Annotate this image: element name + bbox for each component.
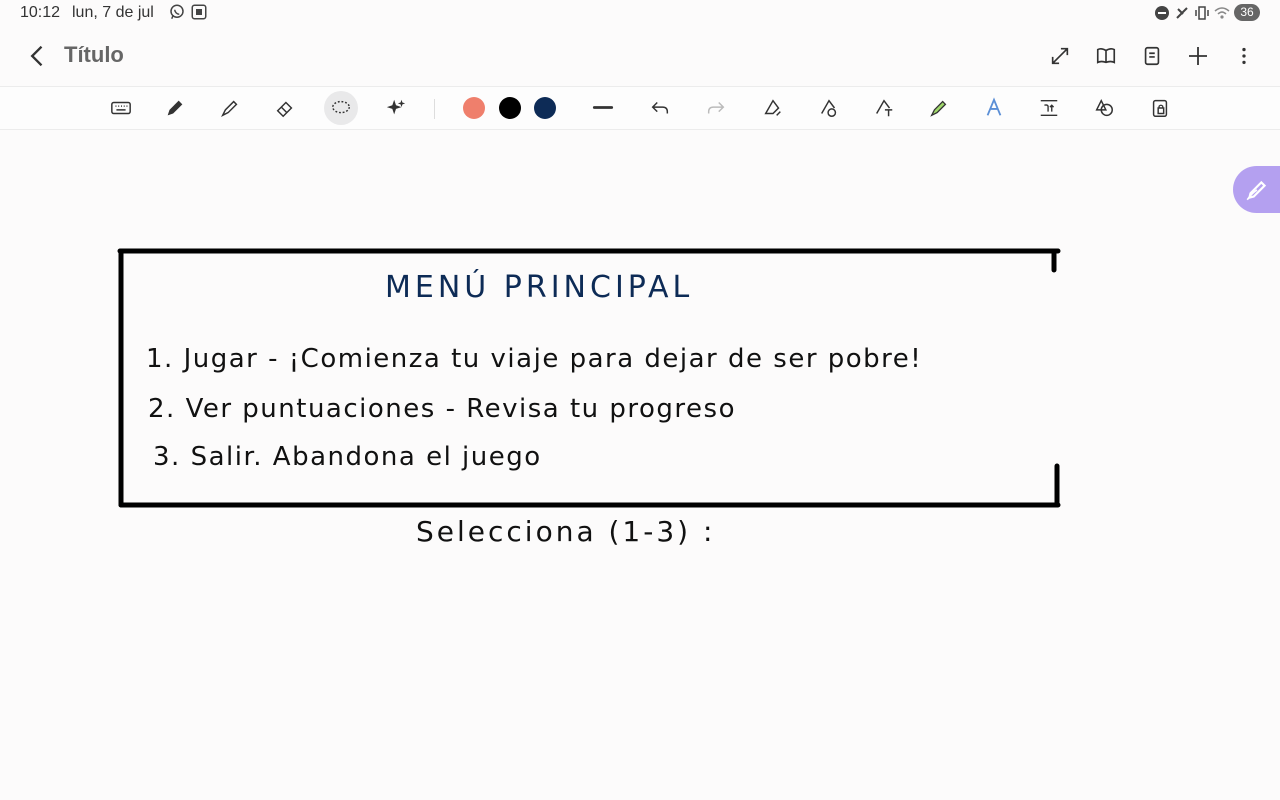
wifi-icon [1214, 6, 1230, 19]
shapes-icon [1095, 99, 1113, 117]
redo-icon [707, 101, 725, 114]
book-view-button[interactable] [1090, 42, 1122, 70]
do-not-disturb-icon [1155, 5, 1169, 20]
text-pen-tool[interactable] [867, 91, 901, 125]
menu-item-play: 1. Jugar - ¡Comienza tu viaje para dejar… [146, 344, 923, 374]
keyboard-icon [111, 101, 131, 115]
keyboard-tool[interactable] [104, 91, 138, 125]
text-style-tool[interactable] [977, 91, 1011, 125]
pen-icon [167, 100, 183, 116]
redo-button[interactable] [699, 91, 733, 125]
book-icon [1096, 48, 1116, 64]
floating-pen-button[interactable] [1233, 166, 1280, 213]
status-right: 36 [1154, 4, 1260, 21]
status-bar: 10:12 lun, 7 de jul 36 [0, 0, 1280, 28]
menu-item-exit: 3. Salir. Abandona el juego [153, 442, 542, 472]
text-size-icon [1040, 99, 1058, 117]
status-app-icons [168, 3, 208, 21]
header-actions [1044, 42, 1260, 70]
text-pen-icon [876, 99, 893, 117]
mute-icon [1176, 6, 1188, 19]
eraser-icon [276, 101, 293, 118]
color-swatch-salmon[interactable] [463, 97, 485, 119]
more-icon [1242, 47, 1246, 65]
sparkle-icon [386, 99, 406, 115]
marker-icon [930, 100, 947, 117]
undo-button[interactable] [643, 91, 677, 125]
highlighter-icon [221, 100, 238, 117]
whatsapp-icon [170, 4, 184, 20]
app-header: Título [0, 30, 1280, 82]
menu-item-scores: 2. Ver puntuaciones - Revisa tu progreso [148, 394, 736, 424]
menu-title: MENÚ PRINCIPAL [385, 270, 694, 305]
eraser-tool[interactable] [268, 91, 302, 125]
undo-icon [651, 101, 669, 114]
shape-pen-tool[interactable] [756, 91, 790, 125]
highlighter-tool[interactable] [213, 91, 247, 125]
back-button[interactable] [24, 42, 52, 70]
line-thickness-icon [592, 106, 614, 109]
lock-icon [1152, 99, 1168, 117]
lasso-tool[interactable] [324, 91, 358, 125]
color-swatch-black[interactable] [499, 97, 521, 119]
add-icon [1189, 47, 1207, 65]
line-thickness-tool[interactable] [586, 91, 620, 125]
marker-tool[interactable] [922, 91, 956, 125]
battery-level: 36 [1234, 4, 1260, 21]
page-view-button[interactable] [1136, 42, 1168, 70]
toolbar-divider [434, 99, 435, 119]
selection-prompt: Selecciona (1-3) : [416, 515, 716, 548]
shape-pen-icon [764, 99, 781, 116]
screenshot-icon [191, 4, 207, 20]
text-style-icon [986, 97, 1002, 116]
lasso-icon [332, 100, 350, 114]
status-date: lun, 7 de jul [72, 4, 154, 21]
shapes-tool[interactable] [1087, 91, 1121, 125]
ai-tool[interactable] [379, 91, 413, 125]
text-size-tool[interactable] [1032, 91, 1066, 125]
page-icon [1144, 46, 1160, 66]
document-title[interactable]: Título [64, 42, 124, 68]
timer-pen-tool[interactable] [812, 91, 846, 125]
status-time: 10:12 [20, 4, 61, 21]
lock-tool[interactable] [1143, 91, 1177, 125]
color-swatch-navy[interactable] [534, 97, 556, 119]
drawing-toolbar [0, 86, 1280, 130]
pen-tool[interactable] [158, 91, 192, 125]
vibrate-icon [1195, 5, 1209, 20]
add-page-button[interactable] [1182, 42, 1214, 70]
expand-button[interactable] [1044, 42, 1076, 70]
more-options-button[interactable] [1228, 42, 1260, 70]
expand-icon [1051, 47, 1069, 65]
pen-edit-icon [1246, 180, 1266, 200]
timer-pen-icon [821, 99, 837, 117]
